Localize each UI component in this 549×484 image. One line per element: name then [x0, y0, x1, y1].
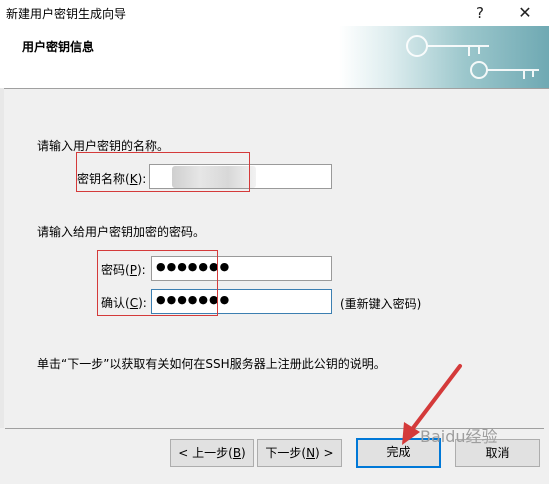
watermark: Baidu经验	[420, 427, 498, 446]
key-wizard-dialog: 新建用户密钥生成向导 ? ✕ 用户密钥信息 请输入用户密钥的名称。 密钥名称(K…	[0, 0, 549, 484]
annotation-arrow	[402, 364, 462, 445]
